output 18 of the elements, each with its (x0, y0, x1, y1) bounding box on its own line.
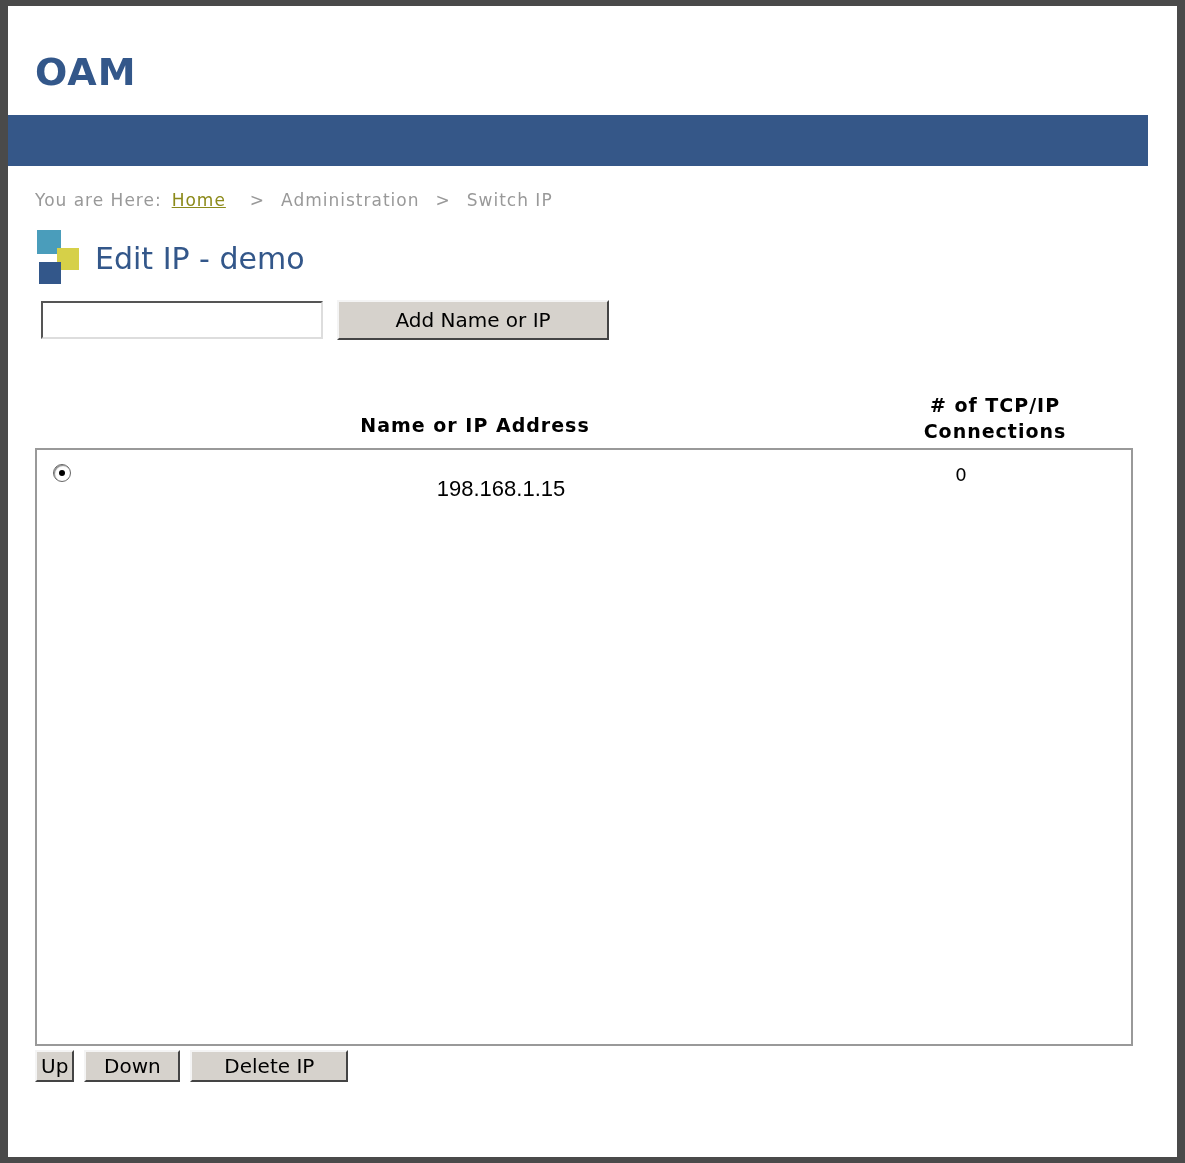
connection-count: 0 (954, 464, 968, 487)
page-title: Edit IP - demo (95, 240, 305, 276)
breadcrumb-separator: > (435, 190, 451, 210)
name-or-ip-field[interactable] (41, 301, 323, 339)
column-header: Name or IP Address (359, 413, 591, 438)
ip-address: 198.168.1.15 (435, 476, 567, 502)
app-logo: OAM (35, 50, 137, 94)
action-button[interactable]: Delete IP (190, 1050, 349, 1082)
breadcrumb-link[interactable]: Home (171, 190, 226, 210)
breadcrumb-item: Switch IP (466, 190, 553, 210)
action-button[interactable]: Down (84, 1050, 181, 1082)
column-header: # of TCP/IP Connections (922, 393, 1068, 444)
breadcrumb-prefix: You are Here: (35, 190, 162, 210)
breadcrumb-item: Administration (281, 190, 420, 210)
breadcrumb-separator: > (249, 190, 266, 210)
add-button[interactable]: Add Name or IP (337, 300, 609, 340)
action-button[interactable]: Up (35, 1050, 75, 1082)
squares-icon (35, 230, 81, 286)
